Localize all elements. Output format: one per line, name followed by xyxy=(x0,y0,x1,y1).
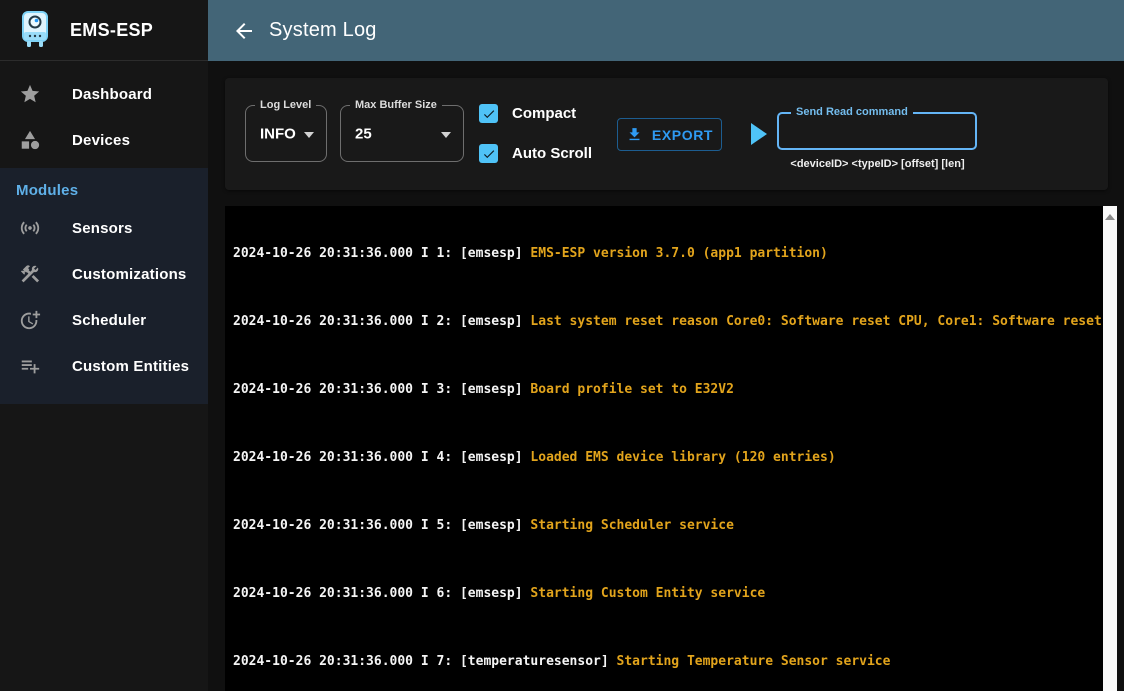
back-button[interactable] xyxy=(232,19,256,43)
send-read-command-helper: <deviceID> <typeID> [offset] [len] xyxy=(777,158,978,170)
sidebar-item-label: Sensors xyxy=(72,220,133,237)
more-time-icon xyxy=(18,308,42,332)
star-icon xyxy=(18,82,42,106)
sidebar-item-customizations[interactable]: Customizations xyxy=(0,251,208,297)
chevron-down-icon xyxy=(441,132,451,138)
sidebar-item-label: Scheduler xyxy=(72,312,146,329)
send-command-play-button[interactable] xyxy=(751,123,767,145)
compact-checkbox[interactable]: Compact xyxy=(479,103,576,124)
log-line: 2024-10-26 20:31:36.000 I 2: [emsesp] La… xyxy=(233,313,1103,330)
max-buffer-size-select[interactable]: Max Buffer Size 25 xyxy=(340,105,464,162)
construction-icon xyxy=(18,262,42,286)
checkbox-checked-icon xyxy=(479,144,498,163)
system-log-output[interactable]: 2024-10-26 20:31:36.000 I 1: [emsesp] EM… xyxy=(225,206,1103,691)
boiler-logo-icon xyxy=(20,11,50,49)
topbar: System Log xyxy=(208,0,1124,61)
log-level-label: Log Level xyxy=(255,99,316,111)
modules-section: Modules Sensors Customizations xyxy=(0,168,208,404)
max-buffer-size-value: 25 xyxy=(355,125,372,142)
auto-scroll-label: Auto Scroll xyxy=(512,145,592,162)
log-line: 2024-10-26 20:31:36.000 I 3: [emsesp] Bo… xyxy=(233,381,1103,398)
compact-label: Compact xyxy=(512,105,576,122)
log-level-select[interactable]: Log Level INFO xyxy=(245,105,327,162)
max-buffer-size-label: Max Buffer Size xyxy=(350,99,442,111)
sidebar-item-label: Dashboard xyxy=(72,86,152,103)
sensors-icon xyxy=(18,216,42,240)
scrollbar-up-arrow-icon[interactable] xyxy=(1105,214,1115,220)
log-line: 2024-10-26 20:31:36.000 I 4: [emsesp] Lo… xyxy=(233,449,1103,466)
sidebar-item-sensors[interactable]: Sensors xyxy=(0,205,208,251)
sidebar: EMS-ESP Dashboard Devices xyxy=(0,0,208,691)
sidebar-item-label: Custom Entities xyxy=(72,358,189,375)
app-title: EMS-ESP xyxy=(70,20,153,41)
send-read-command-input[interactable] xyxy=(779,114,975,148)
download-icon xyxy=(626,126,643,143)
sidebar-item-label: Customizations xyxy=(72,266,186,283)
send-read-command-field: Send Read command xyxy=(777,112,977,150)
log-controls-card: Log Level INFO Max Buffer Size 25 Compac… xyxy=(225,78,1108,190)
auto-scroll-checkbox[interactable]: Auto Scroll xyxy=(479,143,592,164)
sidebar-menu: Dashboard Devices xyxy=(0,61,208,163)
arrow-back-icon xyxy=(232,19,256,43)
ems-esp-app: EMS-ESP Dashboard Devices xyxy=(0,0,1124,691)
system-log-panel: 2024-10-26 20:31:36.000 I 1: [emsesp] EM… xyxy=(225,206,1117,691)
log-line: 2024-10-26 20:31:36.000 I 6: [emsesp] St… xyxy=(233,585,1103,602)
sidebar-item-scheduler[interactable]: Scheduler xyxy=(0,297,208,343)
sidebar-item-custom-entities[interactable]: Custom Entities xyxy=(0,343,208,389)
category-icon xyxy=(18,128,42,152)
page-title: System Log xyxy=(269,19,377,42)
playlist-add-icon xyxy=(18,354,42,378)
sidebar-item-dashboard[interactable]: Dashboard xyxy=(0,71,208,117)
main-area: System Log Log Level INFO Max Buffer Siz… xyxy=(208,0,1124,691)
chevron-down-icon xyxy=(304,132,314,138)
checkbox-checked-icon xyxy=(479,104,498,123)
sidebar-item-label: Devices xyxy=(72,132,130,149)
app-logo-row: EMS-ESP xyxy=(0,0,208,61)
export-button-label: EXPORT xyxy=(652,127,713,143)
log-line: 2024-10-26 20:31:36.000 I 1: [emsesp] EM… xyxy=(233,245,1103,262)
modules-header: Modules xyxy=(0,182,208,199)
export-button[interactable]: EXPORT xyxy=(617,118,722,151)
sidebar-item-devices[interactable]: Devices xyxy=(0,117,208,163)
log-level-value: INFO xyxy=(260,125,296,142)
log-line: 2024-10-26 20:31:36.000 I 5: [emsesp] St… xyxy=(233,517,1103,534)
log-line: 2024-10-26 20:31:36.000 I 7: [temperatur… xyxy=(233,653,1103,670)
log-scrollbar[interactable] xyxy=(1103,206,1117,691)
